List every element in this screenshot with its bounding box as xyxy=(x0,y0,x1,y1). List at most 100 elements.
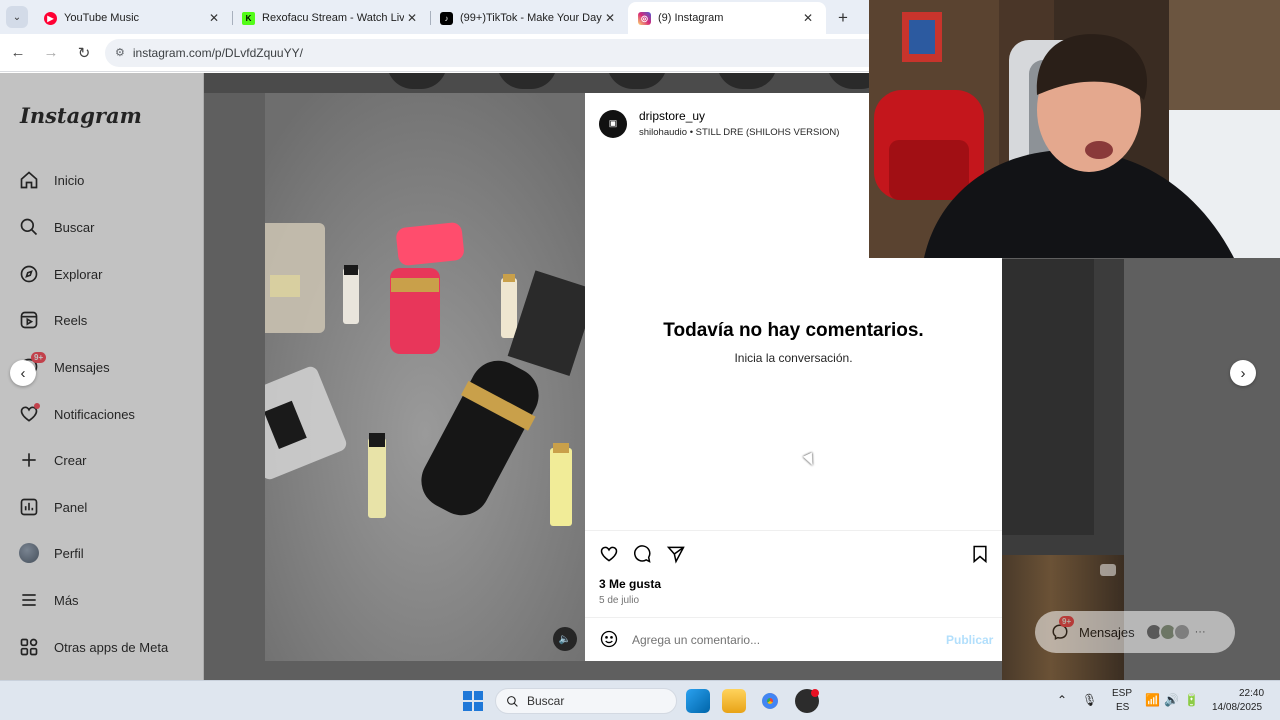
meta-apps-icon xyxy=(18,636,40,658)
sidebar-item-reels[interactable]: Reels xyxy=(18,305,87,335)
close-icon[interactable]: ✕ xyxy=(602,11,618,25)
comment-input[interactable] xyxy=(632,630,932,650)
perfume-photo xyxy=(265,93,585,661)
bookmark-icon xyxy=(973,545,987,564)
sidebar-item-label: Inicio xyxy=(54,172,85,188)
instagram-icon: ◎ xyxy=(638,11,651,25)
windows-taskbar: Buscar ⌃ 🎙 ESP ES 📶 🔊 🔋 22:40 14/08/2025 xyxy=(0,680,1280,720)
sidebar-item-label: Panel xyxy=(54,499,88,515)
share-button[interactable] xyxy=(665,543,687,565)
webcam-overlay xyxy=(869,0,1280,258)
reload-icon: ↻ xyxy=(77,44,91,62)
smiley-icon xyxy=(600,630,618,648)
sidebar-item-label: Mensajes xyxy=(54,359,110,375)
clock-date[interactable]: 14/08/2025 xyxy=(1212,702,1262,713)
post-date: 5 de julio xyxy=(599,595,640,606)
chevron-left-icon: ‹ xyxy=(20,364,26,382)
battery-icon[interactable]: 🔋 xyxy=(1184,693,1199,707)
mute-button[interactable]: 🔈 xyxy=(553,627,577,651)
close-icon[interactable]: ✕ xyxy=(404,11,420,25)
sidebar-item-otras-apps[interactable]: Otras apps de Meta xyxy=(18,632,168,662)
taskbar-search-label: Buscar xyxy=(527,694,565,708)
chevron-down-icon: ⌄ xyxy=(6,6,28,28)
sidebar-item-panel[interactable]: Panel xyxy=(18,492,87,522)
wifi-icon[interactable]: 📶 xyxy=(1145,693,1160,707)
address-bar[interactable]: ⚙ instagram.com/p/DLvfdZquuYY/ xyxy=(105,38,965,67)
tiktok-icon: ♪ xyxy=(440,11,453,25)
sidebar-item-crear[interactable]: Crear xyxy=(18,445,87,475)
publish-button[interactable]: Publicar xyxy=(946,633,993,647)
reels-icon xyxy=(18,309,40,331)
no-comments-title: Todavía no hay comentarios. xyxy=(663,320,924,341)
messages-label: Mensajes xyxy=(1079,624,1135,640)
windows-start-button[interactable] xyxy=(463,691,483,711)
arrow-right-icon: → xyxy=(43,44,59,61)
new-tab-button[interactable]: + xyxy=(826,2,860,34)
messenger-icon: 9+ xyxy=(1051,616,1075,641)
messages-badge: 9+ xyxy=(31,352,47,363)
tab-title: YouTube Music xyxy=(64,12,140,24)
comment-icon xyxy=(634,545,651,563)
post-header: ▣ dripstore_uy shilohaudio • STILL DRE (… xyxy=(599,109,839,138)
post-audio[interactable]: shilohaudio • STILL DRE (SHILOHS VERSION… xyxy=(639,127,839,138)
sidebar-item-inicio[interactable]: Inicio xyxy=(18,165,84,195)
post-media[interactable]: 🔈 xyxy=(265,93,585,661)
microphone-icon[interactable]: 🎙 xyxy=(1082,693,1097,707)
sidebar-item-label: Notificaciones xyxy=(54,406,135,422)
back-button[interactable]: ← xyxy=(3,38,33,68)
sidebar-item-label: Buscar xyxy=(54,219,95,235)
chrome-icon[interactable] xyxy=(758,689,782,713)
emoji-button[interactable] xyxy=(599,629,621,651)
send-icon xyxy=(666,546,685,564)
close-icon[interactable]: ✕ xyxy=(206,11,222,25)
site-info-icon[interactable]: ⚙ xyxy=(115,46,125,59)
tab-instagram[interactable]: ◎ (9) Instagram ✕ xyxy=(628,2,826,34)
language-bottom[interactable]: ES xyxy=(1116,702,1129,713)
sidebar-item-label: Crear xyxy=(54,452,87,468)
messages-badge: 9+ xyxy=(1059,616,1075,627)
file-explorer-icon[interactable] xyxy=(722,689,746,713)
like-button[interactable] xyxy=(598,543,620,565)
sidebar-item-notificaciones[interactable]: Notificaciones xyxy=(18,399,135,429)
volume-icon[interactable]: 🔊 xyxy=(1164,693,1179,707)
messages-floating-button[interactable]: 9+ Mensajes ··· xyxy=(1035,611,1235,653)
youtube-music-icon: ▶ xyxy=(44,11,57,25)
home-icon xyxy=(18,169,40,191)
close-icon[interactable]: ✕ xyxy=(800,11,816,25)
tab-youtube-music[interactable]: ▶ YouTube Music ✕ xyxy=(34,2,232,34)
sidebar-item-mas[interactable]: Más xyxy=(18,585,79,615)
save-button[interactable] xyxy=(969,543,991,565)
next-post-button[interactable]: › xyxy=(1230,360,1256,386)
tab-search-button[interactable]: ⌄ xyxy=(0,0,34,34)
author-avatar[interactable]: ▣ xyxy=(599,109,627,138)
webcam-video xyxy=(869,0,1280,258)
vscode-icon[interactable] xyxy=(686,689,710,713)
arrow-left-icon: ← xyxy=(10,44,26,61)
author-username[interactable]: dripstore_uy xyxy=(639,109,839,123)
instagram-logo[interactable]: Instagram xyxy=(20,103,142,128)
sidebar-item-perfil[interactable]: Perfil xyxy=(18,538,84,568)
recent-contacts xyxy=(1144,623,1191,641)
kick-icon: K xyxy=(242,11,255,25)
language-top[interactable]: ESP xyxy=(1112,688,1132,699)
taskbar-search[interactable]: Buscar xyxy=(495,688,677,714)
tab-tiktok[interactable]: ♪ (99+)TikTok - Make Your Day ✕ xyxy=(430,2,628,34)
sidebar-item-buscar[interactable]: Buscar xyxy=(18,212,94,242)
start-conversation-text: Inicia la conversación. xyxy=(734,351,853,365)
previous-post-button[interactable]: ‹ xyxy=(10,360,36,386)
forward-button[interactable]: → xyxy=(36,38,66,68)
clock-time[interactable]: 22:40 xyxy=(1239,688,1264,699)
comment-button[interactable] xyxy=(631,543,653,565)
reload-button[interactable]: ↻ xyxy=(69,38,99,68)
sidebar-item-explorar[interactable]: Explorar xyxy=(18,259,102,289)
plus-icon xyxy=(18,449,40,471)
speaker-icon: 🔈 xyxy=(558,633,572,645)
chevron-up-icon[interactable]: ⌃ xyxy=(1055,693,1069,707)
reel-icon xyxy=(1100,564,1116,576)
search-icon xyxy=(18,216,40,238)
tab-kick-stream[interactable]: K Rexofacu Stream - Watch Live o ✕ xyxy=(232,2,430,34)
chevron-right-icon: › xyxy=(1240,364,1246,382)
compass-icon xyxy=(18,263,40,285)
tab-title: (99+)TikTok - Make Your Day xyxy=(460,12,602,24)
likes-count[interactable]: 3 Me gusta xyxy=(599,577,661,591)
